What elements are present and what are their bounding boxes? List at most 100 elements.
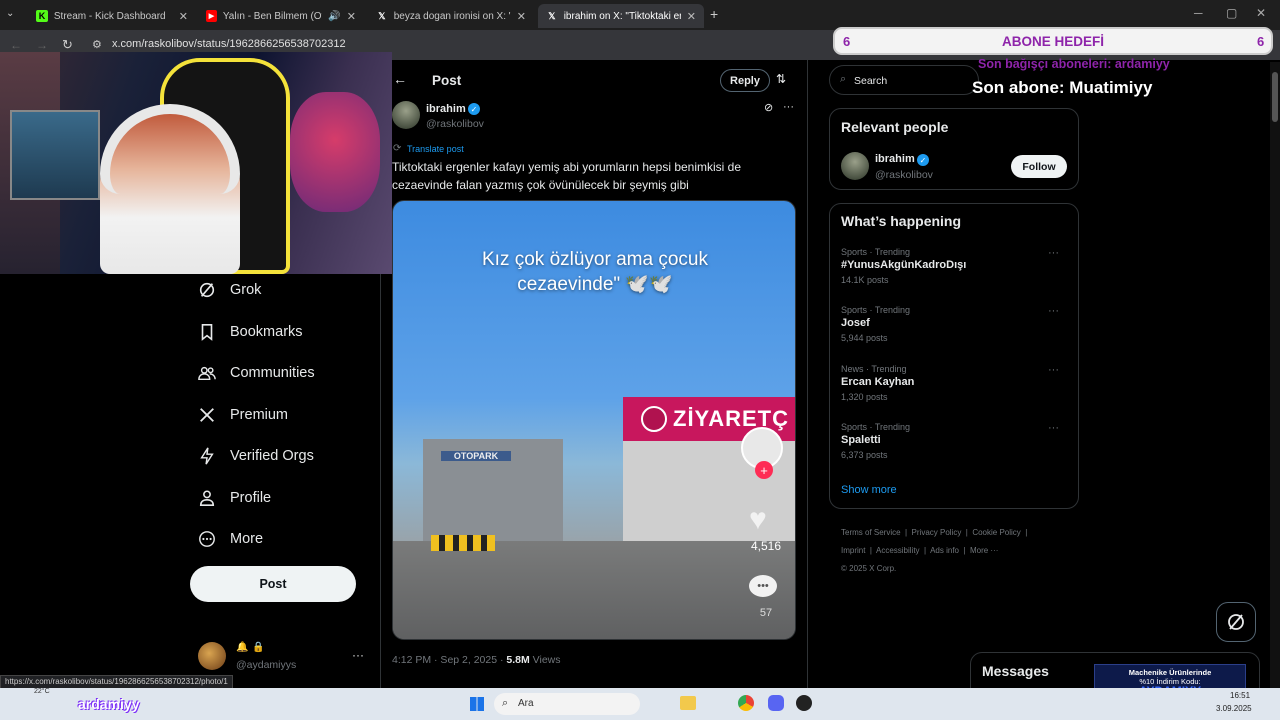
tab-list-dropdown-icon[interactable]: ⌄ [6, 8, 20, 22]
close-icon[interactable]: ✕ [179, 10, 188, 23]
browser-tab-strip: ⌄ K Stream - Kick Dashboard ✕ ▶ Yalın - … [0, 0, 1280, 30]
tab-youtube[interactable]: ▶ Yalın - Ben Bilmem (Official Vi 🔊 ✕ [198, 4, 364, 28]
taskbar-search[interactable]: ⌕ Ara [494, 693, 640, 715]
x-icon: 𝕏 [378, 10, 386, 21]
app-icon[interactable] [796, 695, 812, 711]
trend-item[interactable]: News · Trending Ercan Kayhan 1,320 posts… [841, 364, 1071, 402]
author-handle[interactable]: @raskolibov [426, 118, 484, 130]
youtube-icon: ▶ [206, 10, 217, 22]
more-icon[interactable]: ··· [1048, 364, 1059, 376]
clock-time: 16:51 [1230, 691, 1251, 700]
post-meta: 4:12 PM · Sep 2, 2025 · 5.8M Views [392, 654, 561, 666]
tab-x-beyza[interactable]: 𝕏 beyza dogan ironisi on X: "Twitter ✕ [368, 4, 534, 28]
site-info-icon[interactable]: ⚙ [92, 38, 102, 51]
relevant-name[interactable]: ibrahim [875, 153, 915, 165]
footer-links: Terms of Service | Privacy Policy | Cook… [841, 528, 1028, 573]
more-icon[interactable]: ··· [783, 101, 794, 113]
post-media-video[interactable]: Kız çok özlüyor ama çocuk cezaevinde" 🕊️… [392, 200, 796, 640]
footer-link[interactable]: More ··· [970, 546, 998, 555]
heart-icon[interactable]: ♥ [749, 503, 767, 537]
grok-icon[interactable]: ⊘ [764, 101, 773, 114]
show-more-link[interactable]: Show more [841, 484, 897, 496]
audio-icon[interactable]: 🔊 [328, 11, 340, 22]
lock-icon: 🔒 [252, 642, 265, 653]
lightning-icon [200, 447, 214, 465]
file-explorer-icon[interactable] [680, 696, 696, 710]
start-icon[interactable] [470, 697, 484, 711]
author-name[interactable]: ibrahim [426, 103, 466, 115]
new-tab-icon[interactable]: + [710, 6, 718, 22]
search-input[interactable]: Search [854, 75, 887, 87]
follow-plus-icon[interactable]: + [755, 461, 773, 479]
author-avatar[interactable] [392, 101, 420, 129]
follow-button[interactable]: Follow [1011, 155, 1067, 178]
trend-item[interactable]: Sports · Trending #YunusAkgünKadroDışı 1… [841, 247, 1071, 285]
media-caption: Kız çok özlüyor ama çocuk cezaevinde" 🕊️… [482, 249, 708, 295]
close-icon[interactable]: ✕ [347, 10, 356, 23]
webcam-plush [290, 92, 380, 212]
footer-link[interactable]: Imprint [841, 546, 865, 555]
tab-x-ibrahim[interactable]: 𝕏 ibrahim on X: "Tiktoktaki ergenler ✕ [538, 4, 704, 28]
chrome-icon[interactable] [738, 695, 754, 711]
messages-title: Messages [982, 663, 1049, 679]
forward-icon[interactable]: → [36, 38, 48, 52]
footer-link[interactable]: Privacy Policy [912, 528, 962, 537]
filter-icon[interactable]: ⇅ [776, 72, 786, 86]
nav-item-communities[interactable]: Communities [198, 364, 315, 382]
scrollbar[interactable] [1270, 62, 1280, 688]
more-icon[interactable]: ··· [1048, 422, 1059, 434]
comments-count: 57 [759, 607, 773, 619]
footer-link[interactable]: Ads info [930, 546, 959, 555]
windows-taskbar: 22°C ardamiyy ⌕ Ara 16:51 3.09.2025 [0, 688, 1280, 720]
nav-item-grok[interactable]: Grok [198, 281, 261, 299]
url-field[interactable]: x.com/raskolibov/status/1962866256538702… [112, 38, 346, 50]
more-icon[interactable]: ··· [1048, 305, 1059, 317]
search-box[interactable]: ⌕ Search [829, 65, 979, 95]
bell-icon: 🔔 [236, 642, 249, 653]
back-icon[interactable]: ← [10, 38, 22, 52]
more-icon[interactable]: ··· [352, 648, 364, 662]
subscriber-goal-bar: 6 ABONE HEDEFİ 6 [833, 27, 1273, 55]
discord-icon[interactable] [768, 695, 784, 711]
translate-post-link[interactable]: Translate post [407, 144, 464, 154]
post-text: Tiktoktaki ergenler kafayı yemiş abi yor… [392, 160, 742, 192]
communities-icon [198, 366, 216, 381]
reply-button[interactable]: Reply [720, 69, 770, 92]
scrollbar-thumb[interactable] [1272, 72, 1278, 122]
grok-floating-button[interactable] [1216, 602, 1256, 642]
account-switcher[interactable]: 🔔 🔒 @aydamiyys ··· [198, 640, 368, 674]
footer-link[interactable]: Accessibility [876, 546, 920, 555]
page-title: Post [432, 73, 462, 88]
copyright: © 2025 X Corp. [841, 564, 897, 573]
footer-link[interactable]: Cookie Policy [972, 528, 1020, 537]
relevant-avatar[interactable] [841, 152, 869, 180]
back-arrow-icon[interactable]: ← [393, 71, 407, 87]
nav-item-more[interactable]: More [198, 530, 263, 548]
close-icon[interactable]: ✕ [517, 10, 526, 23]
trend-item[interactable]: Sports · Trending Spaletti 6,373 posts ·… [841, 422, 1071, 460]
footer-link[interactable]: Terms of Service [841, 528, 901, 537]
nav-item-verified-orgs[interactable]: Verified Orgs [198, 447, 314, 465]
comment-icon[interactable]: ••• [749, 575, 777, 597]
media-parking: OTOPARK [423, 439, 563, 549]
last-donor-text: Son bağışçı aboneleri: ardamiyy [978, 57, 1170, 71]
relevant-handle[interactable]: @raskolibov [875, 169, 933, 181]
account-handle: @aydamiyys [236, 659, 297, 671]
close-icon[interactable]: ✕ [687, 10, 696, 23]
reload-icon[interactable]: ↻ [62, 37, 73, 53]
trend-item[interactable]: Sports · Trending Josef 5,944 posts ··· [841, 305, 1071, 343]
goal-title: ABONE HEDEFİ [1001, 34, 1104, 49]
minimize-icon[interactable]: ─ [1194, 6, 1203, 20]
nav-item-premium[interactable]: Premium [198, 406, 288, 424]
tab-kick[interactable]: K Stream - Kick Dashboard ✕ [28, 4, 196, 28]
kick-icon: K [36, 10, 48, 22]
maximize-icon[interactable]: ▢ [1226, 6, 1237, 20]
weather-temp: 22°C [34, 688, 50, 695]
more-circle-icon [199, 531, 215, 547]
search-icon: ⌕ [502, 697, 509, 709]
window-close-icon[interactable]: ✕ [1256, 6, 1266, 20]
more-icon[interactable]: ··· [1048, 247, 1059, 259]
nav-item-profile[interactable]: Profile [198, 489, 271, 507]
post-button[interactable]: Post [190, 566, 356, 602]
nav-item-bookmarks[interactable]: Bookmarks [198, 323, 303, 341]
